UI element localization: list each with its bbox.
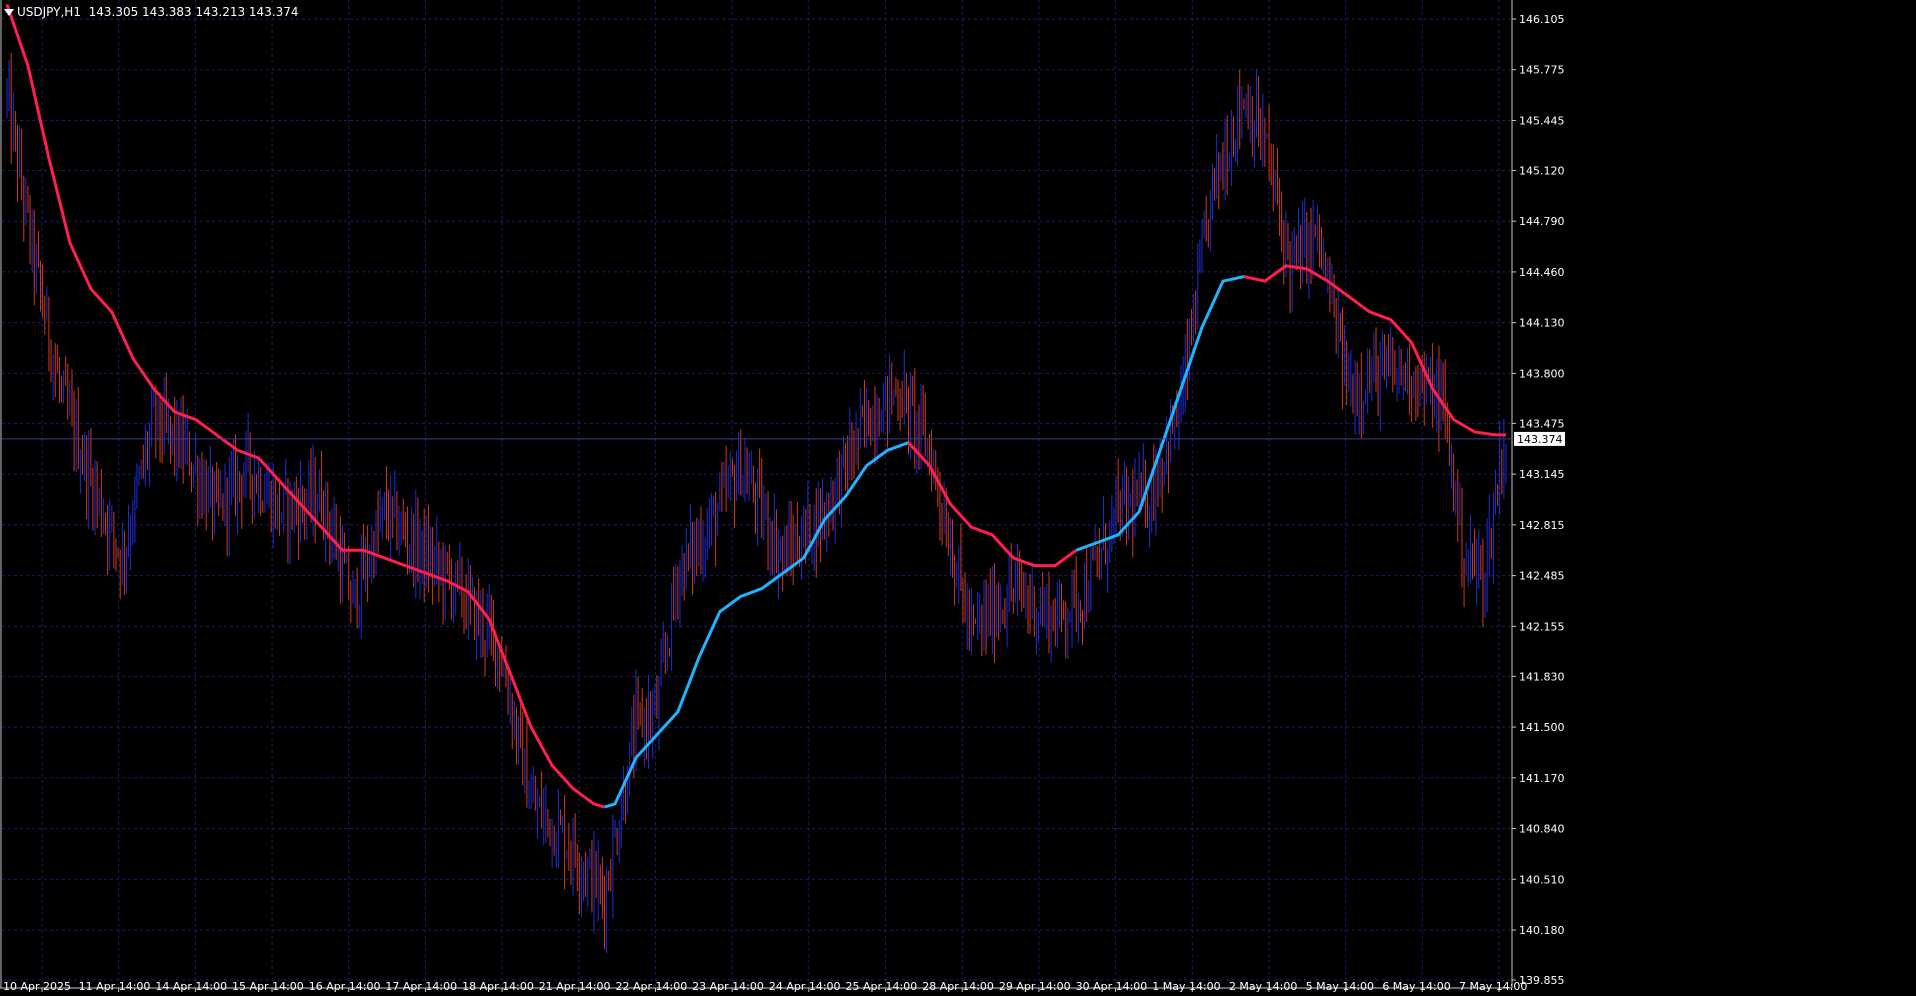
symbol-timeframe: USDJPY,H1 (17, 5, 81, 19)
time-tick-label: 11 Apr 14:00 (79, 980, 151, 993)
time-tick-label: 30 Apr 14:00 (1076, 980, 1148, 993)
price-tick-label: 142.485 (1519, 570, 1565, 583)
price-tick-label: 141.170 (1519, 772, 1565, 785)
time-tick-label: 23 Apr 14:00 (692, 980, 764, 993)
time-tick-label: 24 Apr 14:00 (769, 980, 841, 993)
time-tick-label: 18 Apr 14:00 (462, 980, 534, 993)
time-tick-label: 25 Apr 14:00 (846, 980, 918, 993)
ohlc-values: 143.305 143.383 143.213 143.374 (88, 5, 299, 19)
time-tick-label: 5 May 14:00 (1306, 980, 1374, 993)
price-tick-label: 145.120 (1519, 164, 1565, 177)
ohlc-spacer (81, 5, 89, 19)
current-price-label: 143.374 (1517, 433, 1563, 446)
time-tick-label: 28 Apr 14:00 (922, 980, 994, 993)
price-chart[interactable]: 146.105 145.775 145.445 145.120 144.790 144.4… (0, 0, 1916, 996)
price-tick-label: 140.180 (1519, 924, 1565, 937)
time-tick-label: 17 Apr 14:00 (385, 980, 457, 993)
price-tick-label: 142.155 (1519, 620, 1565, 633)
chart-info-bar: USDJPY,H1 143.305 143.383 143.213 143.37… (4, 4, 299, 20)
price-tick-label: 143.145 (1519, 468, 1565, 481)
time-tick-label: 29 Apr 14:00 (999, 980, 1071, 993)
time-tick-label: 10 Apr 2025 (3, 980, 71, 993)
time-tick-label: 16 Apr 14:00 (309, 980, 381, 993)
price-tick-label: 143.475 (1519, 417, 1565, 430)
price-tick-label: 146.105 (1519, 13, 1565, 26)
price-tick-label: 145.445 (1519, 114, 1565, 127)
price-tick-label: 140.510 (1519, 873, 1565, 886)
price-tick-label: 144.130 (1519, 317, 1565, 330)
chart-background (0, 0, 1916, 996)
time-tick-label: 6 May 14:00 (1382, 980, 1450, 993)
price-tick-label: 143.800 (1519, 367, 1565, 380)
price-tick-label: 144.790 (1519, 215, 1565, 228)
time-tick-label: 2 May 14:00 (1229, 980, 1297, 993)
time-tick-label: 1 May 14:00 (1152, 980, 1220, 993)
price-tick-label: 141.830 (1519, 670, 1565, 683)
price-tick-label: 144.460 (1519, 266, 1565, 279)
time-tick-label: 21 Apr 14:00 (539, 980, 611, 993)
chart-window[interactable]: 146.105 145.775 145.445 145.120 144.790 144.4… (0, 0, 1916, 996)
triangle-down-icon[interactable] (4, 8, 14, 16)
price-tick-label: 145.775 (1519, 64, 1565, 77)
price-tick-label: 142.815 (1519, 519, 1565, 532)
price-tick-label: 140.840 (1519, 823, 1565, 836)
time-tick-label: 7 May 14:00 (1459, 980, 1527, 993)
time-tick-label: 22 Apr 14:00 (615, 980, 687, 993)
price-tick-label: 141.500 (1519, 721, 1565, 734)
time-tick-label: 14 Apr 14:00 (155, 980, 227, 993)
time-tick-label: 15 Apr 14:00 (232, 980, 304, 993)
